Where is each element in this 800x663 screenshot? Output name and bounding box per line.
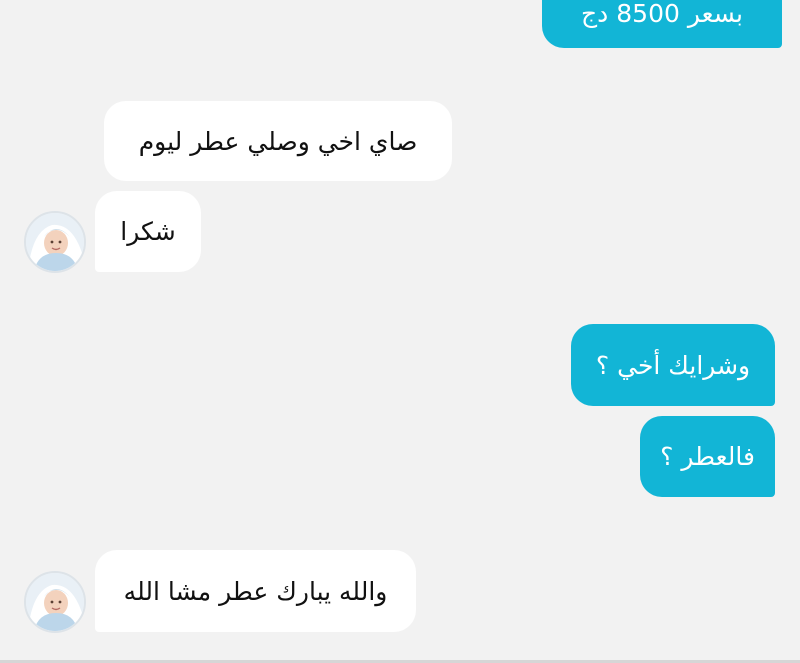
message-text: وشرايك أخي ؟	[595, 350, 751, 380]
baby-photo-avatar-icon	[26, 213, 84, 271]
message-outgoing-about-perfume[interactable]: فالعطر ؟	[640, 416, 775, 497]
contact-avatar[interactable]	[24, 571, 86, 633]
baby-photo-avatar-icon	[26, 573, 84, 631]
message-text: صاي اخي وصلي عطر ليوم	[138, 126, 418, 156]
message-text: فالعطر ؟	[660, 442, 755, 471]
contact-avatar[interactable]	[24, 211, 86, 273]
message-text: شكرا	[120, 217, 176, 246]
message-incoming-blessing[interactable]: والله يبارك عطر مشا الله	[95, 550, 416, 632]
message-outgoing-price[interactable]: بسعر 8500 دج	[542, 0, 782, 48]
message-incoming-perfume-arrived[interactable]: صاي اخي وصلي عطر ليوم	[104, 101, 452, 181]
message-incoming-thanks[interactable]: شكرا	[95, 191, 201, 272]
message-outgoing-opinion[interactable]: وشرايك أخي ؟	[571, 324, 775, 406]
message-text: بسعر 8500 دج	[581, 0, 743, 28]
message-text: والله يبارك عطر مشا الله	[123, 576, 388, 606]
